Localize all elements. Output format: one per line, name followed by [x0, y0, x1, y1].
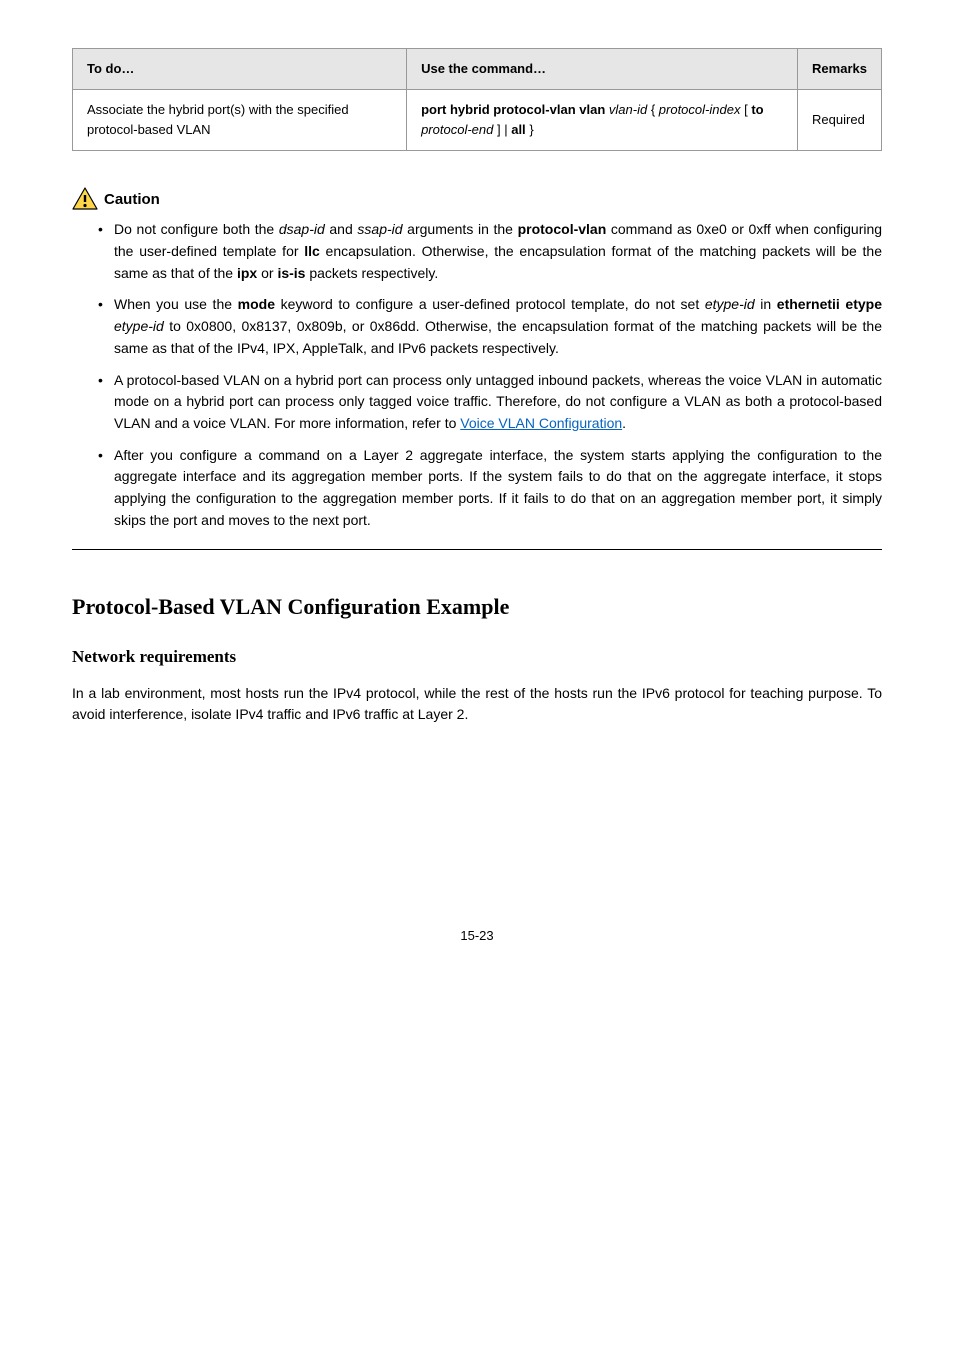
text-run: and	[325, 221, 358, 237]
cmd-arg: protocol-index	[659, 102, 741, 117]
text-run: When you use the	[114, 296, 238, 312]
text-run: etype-id	[705, 296, 755, 312]
cmd-brace: }	[529, 122, 533, 137]
cmd-part: to	[751, 102, 763, 117]
th-remark: Remarks	[798, 49, 882, 90]
caution-icon	[72, 187, 98, 211]
cell-desc: Associate the hybrid port(s) with the sp…	[73, 90, 407, 151]
caution-item: When you use the mode keyword to configu…	[98, 294, 882, 359]
text-run: Do not configure both the	[114, 221, 279, 237]
text-run: After you configure a command on a Layer…	[114, 447, 882, 528]
cmd-brace: [	[744, 102, 748, 117]
text-run: packets respectively.	[305, 265, 438, 281]
cell-cmd: port hybrid protocol-vlan vlan vlan-id {…	[407, 90, 798, 151]
text-run: ssap-id	[357, 221, 402, 237]
doc-link[interactable]: Voice VLAN Configuration	[460, 415, 622, 431]
divider	[72, 549, 882, 550]
caution-list: Do not configure both the dsap-id and ss…	[72, 219, 882, 531]
text-run: dsap-id	[279, 221, 325, 237]
th-todo: To do…	[73, 49, 407, 90]
caution-item: Do not configure both the dsap-id and ss…	[98, 219, 882, 284]
body-paragraph: In a lab environment, most hosts run the…	[72, 683, 882, 726]
cmd-brace: {	[651, 102, 655, 117]
page-number: 15-23	[72, 926, 882, 946]
text-run: ethernetii etype	[777, 296, 882, 312]
subsection-title: Network requirements	[72, 644, 882, 670]
section-title: Protocol-Based VLAN Configuration Exampl…	[72, 590, 882, 624]
text-run: keyword to configure a user-defined prot…	[275, 296, 705, 312]
caution-item: After you configure a command on a Layer…	[98, 445, 882, 532]
cell-remark: Required	[798, 90, 882, 151]
text-run: or	[257, 265, 277, 281]
text-run: to 0x0800, 0x8137, 0x809b, or 0x86dd. Ot…	[114, 318, 882, 356]
text-run: is-is	[277, 265, 305, 281]
cmd-arg: vlan-id	[609, 102, 647, 117]
text-run: protocol-vlan	[518, 221, 607, 237]
text-run: llc	[304, 243, 320, 259]
caution-item: A protocol-based VLAN on a hybrid port c…	[98, 370, 882, 435]
caution-label: Caution	[104, 188, 160, 211]
table-row: Associate the hybrid port(s) with the sp…	[73, 90, 882, 151]
caution-block: Caution Do not configure both the dsap-i…	[72, 187, 882, 531]
config-table: To do… Use the command… Remarks Associat…	[72, 48, 882, 151]
cmd-part: all	[511, 122, 525, 137]
caution-header: Caution	[72, 187, 882, 211]
text-run: etype-id	[114, 318, 164, 334]
cmd-part: port hybrid protocol-vlan vlan	[421, 102, 605, 117]
text-run: ipx	[237, 265, 257, 281]
cmd-arg: protocol-end	[421, 122, 493, 137]
text-run: .	[622, 415, 626, 431]
text-run: arguments in the	[403, 221, 518, 237]
text-run: in	[755, 296, 777, 312]
th-cmd: Use the command…	[407, 49, 798, 90]
text-run: mode	[238, 296, 275, 312]
cmd-brace: ] |	[497, 122, 508, 137]
